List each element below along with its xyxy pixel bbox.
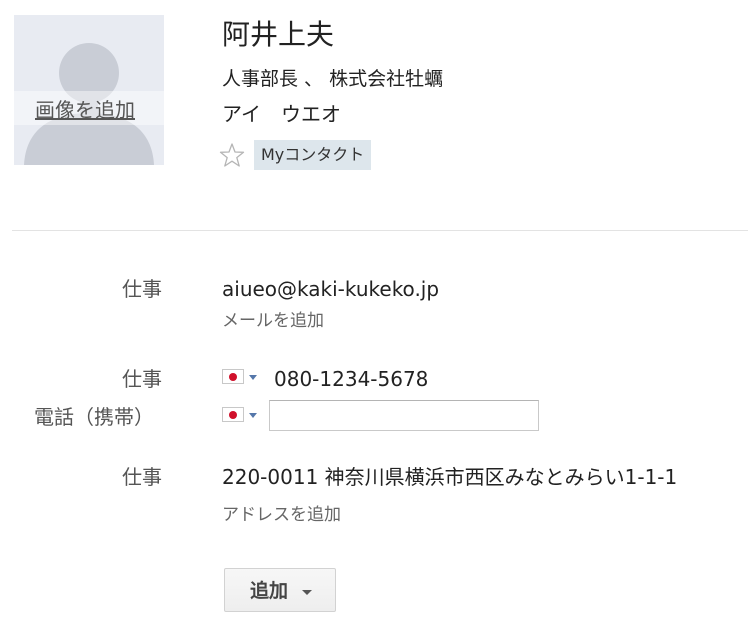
address-value[interactable]: 220-0011 神奈川県横浜市西区みなとみらい1-1-1 [222,464,677,490]
add-photo-link[interactable]: 画像を追加 [35,94,135,123]
phone-mobile-input[interactable] [269,400,539,431]
add-field-button[interactable]: 追加 [224,568,336,612]
add-address-link[interactable]: アドレスを追加 [222,504,341,526]
country-picker-phone-mobile[interactable] [222,404,262,426]
dropdown-caret-icon [249,375,257,380]
phone-mobile-label: 電話（携帯） [34,405,154,429]
contact-phonetic-name: アイ ウエオ [222,102,341,126]
japan-flag-icon [222,407,244,422]
chevron-down-icon [302,590,312,595]
phone-work-label: 仕事 [122,367,162,391]
email-type-label: 仕事 [122,277,162,301]
japan-flag-icon [222,369,244,384]
section-divider [12,230,748,231]
contact-name: 阿井上夫 [222,18,335,51]
address-type-label: 仕事 [122,465,162,489]
dropdown-caret-icon [249,413,257,418]
contact-job-title: 人事部長 、 株式会社牡蠣 [222,68,444,90]
phone-work-value[interactable]: 080-1234-5678 [274,366,428,392]
add-email-link[interactable]: メールを追加 [222,310,324,332]
country-picker-phone-work[interactable] [222,366,262,388]
contact-photo[interactable]: 画像を追加 [14,15,164,165]
email-value[interactable]: aiueo@kaki-kukeko.jp [222,276,439,302]
add-button-label: 追加 [250,580,289,602]
person-silhouette-icon [24,43,154,165]
star-icon[interactable] [219,142,245,168]
group-tag-my-contacts[interactable]: Myコンタクト [254,140,372,170]
